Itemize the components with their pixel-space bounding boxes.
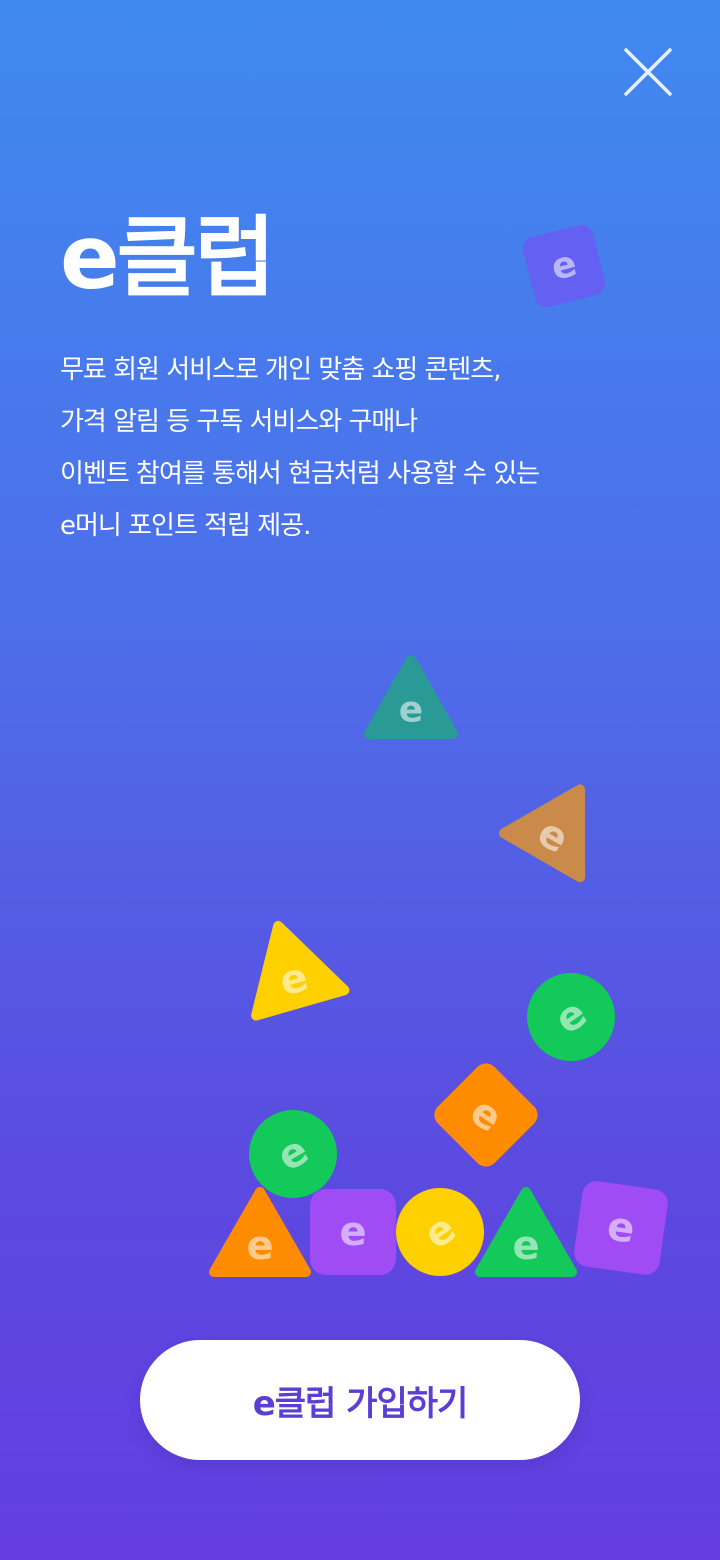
green-circle-coin	[527, 973, 615, 1061]
brown-triangle-coin	[498, 784, 586, 883]
teal-triangle-coin	[364, 655, 458, 739]
orange-diamond-coin	[434, 1063, 538, 1167]
purple-square-coin-faded	[522, 224, 606, 308]
green-triangle-coin	[475, 1187, 577, 1277]
purple-square-coin	[310, 1189, 396, 1275]
coin-illustration: e	[209, 224, 668, 1277]
orange-triangle-coin	[209, 1187, 311, 1277]
yellow-triangle-coin	[251, 920, 350, 1021]
join-eclub-button[interactable]: e클럽 가입하기	[140, 1340, 580, 1460]
purple-square-coin	[574, 1181, 668, 1275]
